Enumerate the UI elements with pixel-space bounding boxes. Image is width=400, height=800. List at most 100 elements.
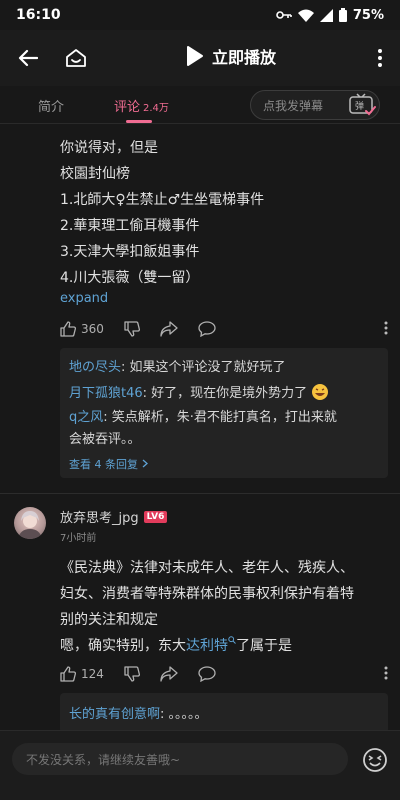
search-keyword-link[interactable]: 达利特: [186, 638, 228, 654]
danmaku-input[interactable]: 点我发弹幕 弹: [250, 90, 380, 120]
reply-text: 。。。。。: [168, 707, 208, 722]
comment-text-line: 1.北師大♀生禁止♂生坐電梯事件: [60, 192, 265, 208]
comment-actions: 124: [60, 666, 390, 682]
thumb-up-icon: [60, 666, 76, 682]
danmaku-toggle-button[interactable]: 弹: [347, 92, 377, 118]
reply-button[interactable]: [198, 666, 216, 682]
reply-preview[interactable]: 长的真有创意啊: 。。。。。: [60, 693, 388, 730]
username-text: 放弃思考_jpg: [60, 511, 139, 526]
comment-input[interactable]: 不发没关系，请继续友善哦~: [12, 743, 348, 775]
signal-icon: [319, 8, 333, 22]
battery-icon: [338, 8, 347, 22]
home-face-icon: [66, 49, 86, 67]
chevron-right-icon: [142, 459, 148, 468]
status-icons: 75%: [276, 8, 384, 23]
share-icon: [160, 666, 178, 682]
status-bar: 16:10 75%: [0, 0, 400, 30]
home-button[interactable]: [56, 30, 96, 86]
battery-level: 75%: [352, 7, 384, 23]
top-app-bar: 立即播放: [0, 30, 400, 86]
tab-comments-count: 2.4万: [143, 103, 169, 114]
reply-text: 好了，现在你是境外势力了: [151, 386, 308, 401]
reply-text: 笑点解析，朱·君不能打真名，打出来就: [111, 410, 337, 425]
more-options-button[interactable]: [370, 44, 390, 72]
share-icon: [160, 321, 178, 337]
share-button[interactable]: [160, 666, 178, 682]
grin-emoji-icon: [312, 384, 329, 400]
vpn-key-icon: [276, 11, 292, 19]
dislike-button[interactable]: [124, 321, 140, 337]
comment-more-button[interactable]: [384, 321, 388, 338]
reply-line: q之风: 笑点解析，朱·君不能打真名，打出来就: [69, 410, 337, 425]
avatar-image: [18, 511, 42, 539]
expand-link[interactable]: expand: [60, 291, 108, 306]
back-button[interactable]: [0, 30, 56, 86]
danmaku-icon: 弹: [349, 93, 376, 116]
comment-text-line: 你说得对，但是: [60, 140, 158, 156]
like-button[interactable]: 360: [60, 321, 104, 337]
comment-actions: 360: [60, 321, 390, 337]
reply-text: 如果这个评论没了就好玩了: [129, 360, 286, 375]
active-tab-indicator: [126, 120, 152, 123]
reply-username[interactable]: q之风: [69, 410, 103, 425]
reply-username[interactable]: 月下孤狼t46: [69, 386, 143, 401]
like-count: 360: [81, 322, 104, 336]
comment-text-line: 2.華東理工偷耳機事件: [60, 218, 200, 234]
tab-bar: 简介 评论 2.4万 点我发弹幕 弹: [0, 86, 400, 124]
share-button[interactable]: [160, 321, 178, 337]
reply-preview[interactable]: 地の尽头: 如果这个评论没了就好玩了 月下孤狼t46: 好了，现在你是境外势力了…: [60, 348, 388, 478]
emoji-icon: [363, 748, 387, 772]
comment-text-line: 《民法典》法律对未成年人、老年人、残疾人、: [60, 560, 354, 576]
arrow-left-icon: [18, 49, 38, 67]
comment-text-suffix: 了属于是: [236, 638, 292, 654]
view-more-replies-link[interactable]: 查看 4 条回复: [69, 456, 148, 472]
search-icon: [228, 636, 236, 644]
tab-comments[interactable]: 评论 2.4万: [114, 96, 169, 115]
comment-text-line: 嗯，确实特别，东大达利特 了属于是: [60, 635, 292, 655]
play-now-button[interactable]: 立即播放: [186, 44, 276, 68]
like-count: 124: [81, 667, 104, 681]
reply-line: 月下孤狼t46: 好了，现在你是境外势力了: [69, 382, 329, 401]
comment-time: 7小时前: [60, 533, 97, 544]
more-vert-icon: [384, 666, 388, 679]
thumb-up-icon: [60, 321, 76, 337]
reply-button[interactable]: [198, 321, 216, 337]
chat-bubble-icon: [198, 666, 216, 682]
more-vert-icon: [384, 321, 388, 334]
reply-line: 会被吞评。。: [69, 428, 141, 447]
comment-text-line: 4.川大張薇（雙一留）: [60, 270, 200, 286]
comment-feed[interactable]: 你说得对，但是 校園封仙榜 1.北師大♀生禁止♂生坐電梯事件 2.華東理工偷耳機…: [0, 125, 400, 730]
comment-text-line: 妇女、消费者等特殊群体的民事权利保护有着特: [60, 586, 354, 602]
comment-composer: 不发没关系，请继续友善哦~: [0, 730, 400, 800]
comment-text-line: 校園封仙榜: [60, 166, 130, 182]
reply-line: 地の尽头: 如果这个评论没了就好玩了: [69, 360, 286, 375]
more-vert-icon: [378, 49, 382, 67]
reply-text: 会被吞评。。: [69, 432, 141, 447]
reply-username[interactable]: 地の尽头: [69, 360, 121, 375]
avatar[interactable]: [14, 507, 46, 539]
wifi-icon: [297, 9, 314, 22]
view-more-label: 查看 4 条回复: [69, 458, 138, 471]
thumb-down-icon: [124, 666, 140, 682]
level-badge: LV6: [143, 510, 168, 523]
play-icon: [187, 46, 203, 66]
danmaku-icon-glyph: 弹: [355, 100, 364, 112]
like-button[interactable]: 124: [60, 666, 104, 682]
dislike-button[interactable]: [124, 666, 140, 682]
comment-text-prefix: 嗯，确实特别，东大: [60, 638, 186, 654]
comment-username[interactable]: 放弃思考_jpg LV6: [60, 507, 168, 526]
play-now-label: 立即播放: [212, 48, 277, 67]
comment-divider: [0, 493, 400, 494]
reply-username[interactable]: 长的真有创意啊: [69, 707, 160, 722]
danmaku-placeholder: 点我发弹幕: [263, 99, 324, 113]
tab-comments-label: 评论: [114, 100, 141, 115]
thumb-down-icon: [124, 321, 140, 337]
chat-bubble-icon: [198, 321, 216, 337]
comment-more-button[interactable]: [384, 666, 388, 683]
status-time: 16:10: [16, 7, 61, 23]
reply-line: 长的真有创意啊: 。。。。。: [69, 707, 208, 722]
comment-text-line: 别的关注和规定: [60, 612, 158, 628]
emoji-button[interactable]: [362, 747, 388, 773]
tab-intro[interactable]: 简介: [38, 96, 64, 115]
comment-input-placeholder: 不发没关系，请继续友善哦~: [26, 753, 181, 767]
